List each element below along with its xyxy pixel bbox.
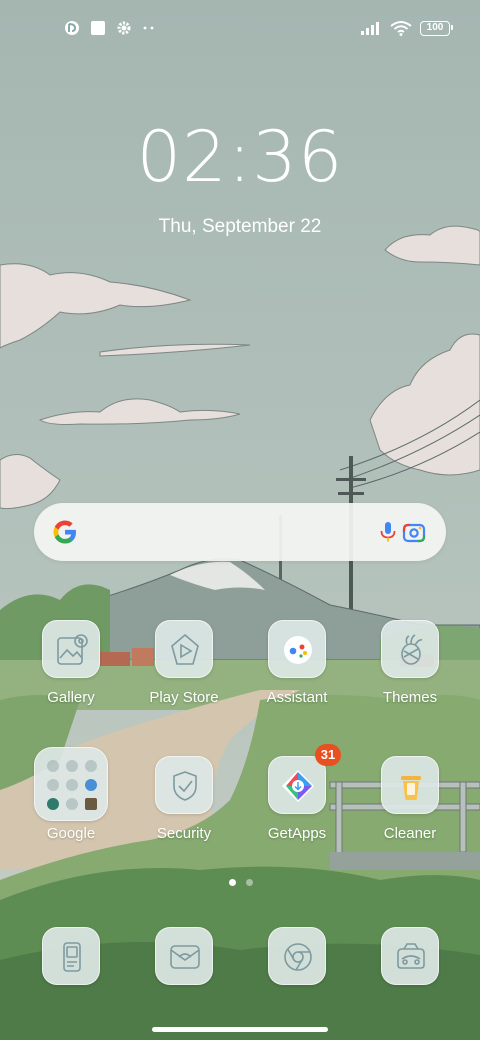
page-dot-active [229, 879, 236, 886]
getapps-icon[interactable] [268, 756, 326, 814]
app-getapps[interactable]: 31 GetApps [247, 744, 347, 866]
dock-messages[interactable] [134, 927, 234, 985]
play-store-icon[interactable] [155, 620, 213, 678]
google-search-bar[interactable] [34, 503, 446, 561]
themes-icon[interactable] [381, 620, 439, 678]
app-cleaner[interactable]: Cleaner [360, 756, 460, 866]
app-label: GetApps [267, 825, 327, 842]
page-dot [246, 879, 253, 886]
security-shield-icon[interactable] [155, 756, 213, 814]
signal-icon [361, 22, 379, 35]
chrome-icon[interactable] [268, 927, 326, 985]
battery-icon: 100 [420, 20, 453, 36]
folder-app-icon [46, 759, 59, 772]
microphone-icon[interactable] [376, 520, 400, 544]
clock-date[interactable]: Thu, September 22 [0, 216, 480, 238]
app-security[interactable]: Security [134, 756, 234, 866]
folder-app-icon [85, 798, 98, 811]
dock-camera[interactable] [360, 927, 460, 985]
google-folder-icon[interactable] [34, 747, 108, 821]
assistant-icon[interactable] [268, 620, 326, 678]
cleaner-trash-icon[interactable] [381, 756, 439, 814]
dock-chrome[interactable] [247, 927, 347, 985]
wifi-icon [390, 21, 412, 36]
square-notification-icon [91, 21, 105, 35]
dock-phone[interactable] [21, 927, 121, 985]
messages-icon[interactable] [155, 927, 213, 985]
battery-level: 100 [426, 21, 444, 33]
more-dots-icon [143, 26, 154, 30]
folder-app-icon [85, 759, 98, 772]
folder-app-icon [65, 759, 78, 772]
clock-time[interactable]: 02:36 [0, 116, 480, 198]
notification-app-icon [65, 21, 79, 35]
status-bar: 100 [0, 0, 480, 56]
app-gallery[interactable]: Gallery [21, 620, 121, 730]
app-label: Assistant [266, 689, 328, 706]
folder-app-icon [85, 778, 98, 791]
app-label: Gallery [47, 689, 95, 706]
folder-app-icon [65, 798, 78, 811]
app-label: Security [156, 825, 212, 842]
app-label: Cleaner [383, 825, 437, 842]
google-g-icon [53, 520, 76, 544]
app-label: Play Store [149, 689, 219, 706]
folder-app-icon [46, 798, 59, 811]
folder-app-icon [65, 778, 78, 791]
page-indicator [229, 879, 253, 886]
folder-google[interactable]: Google [21, 747, 121, 866]
home-gesture-bar[interactable] [152, 1027, 328, 1032]
phone-icon[interactable] [42, 927, 100, 985]
google-lens-icon[interactable] [401, 520, 427, 546]
app-themes[interactable]: Themes [360, 620, 460, 730]
notification-badge: 31 [315, 744, 341, 766]
app-label: Themes [382, 689, 438, 706]
app-label: Google [46, 825, 96, 842]
app-assistant[interactable]: Assistant [247, 620, 347, 730]
folder-app-icon [46, 778, 59, 791]
settings-gear-icon [117, 21, 131, 35]
gallery-icon[interactable] [42, 620, 100, 678]
camera-icon[interactable] [381, 927, 439, 985]
app-play-store[interactable]: Play Store [134, 620, 234, 730]
